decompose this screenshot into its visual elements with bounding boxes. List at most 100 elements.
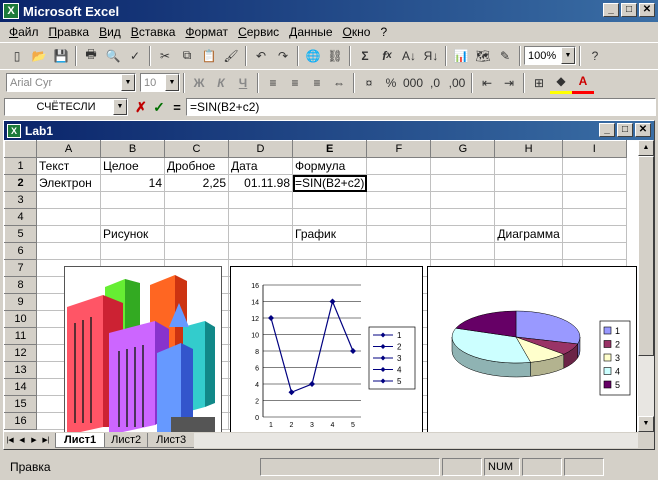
cell-e1[interactable]: Формула xyxy=(292,157,368,175)
cell[interactable] xyxy=(100,191,165,209)
column-header-f[interactable]: F xyxy=(366,140,432,158)
row-header[interactable]: 12 xyxy=(4,344,37,362)
borders-icon[interactable]: ⊞ xyxy=(528,72,550,94)
cell-c2[interactable]: 2,25 xyxy=(164,174,229,192)
maximize-button[interactable]: □ xyxy=(621,3,637,17)
name-box[interactable]: СЧЁТЕСЛИ ▼ xyxy=(4,98,128,116)
cell[interactable] xyxy=(100,242,165,260)
select-all-corner[interactable] xyxy=(4,140,37,158)
cell[interactable] xyxy=(292,191,368,209)
horizontal-scrollbar[interactable] xyxy=(194,433,638,448)
open-folder-icon[interactable]: 📂 xyxy=(28,45,50,67)
web-toolbar-icon[interactable]: ⛓ xyxy=(324,45,346,67)
cell[interactable] xyxy=(430,242,496,260)
zoom-select[interactable]: 100% ▼ xyxy=(524,46,576,65)
next-sheet-icon[interactable]: ▶ xyxy=(28,434,40,448)
cell-a1[interactable]: Текст xyxy=(36,157,101,175)
scroll-down-icon[interactable]: ▼ xyxy=(638,416,654,432)
last-sheet-icon[interactable]: ▶| xyxy=(40,434,52,448)
cell[interactable] xyxy=(494,208,563,226)
scroll-up-icon[interactable]: ▲ xyxy=(638,140,654,156)
decrease-indent-icon[interactable]: ⇤ xyxy=(476,72,498,94)
close-button[interactable]: ✕ xyxy=(639,3,655,17)
align-left-icon[interactable]: ≡ xyxy=(262,72,284,94)
workbook-icon[interactable]: X xyxy=(7,123,21,138)
function-icon[interactable]: fx xyxy=(376,45,398,67)
sort-descending-icon[interactable]: Я↓ xyxy=(420,45,442,67)
cell-d2[interactable]: 01.11.98 xyxy=(228,174,293,192)
autosum-icon[interactable]: Σ xyxy=(354,45,376,67)
spellcheck-icon[interactable]: ✓ xyxy=(124,45,146,67)
cell[interactable] xyxy=(366,242,432,260)
cell[interactable] xyxy=(430,157,496,175)
row-header[interactable]: 15 xyxy=(4,395,37,413)
sheet-tab-1[interactable]: Лист1 xyxy=(55,433,106,448)
cell[interactable] xyxy=(430,191,496,209)
cell[interactable] xyxy=(100,208,165,226)
cell[interactable] xyxy=(430,225,496,243)
cell-c1[interactable]: Дробное xyxy=(164,157,229,175)
cell[interactable] xyxy=(228,225,293,243)
row-header[interactable]: 1 xyxy=(4,157,37,175)
column-header-i[interactable]: I xyxy=(561,140,627,158)
row-header[interactable]: 11 xyxy=(4,327,37,345)
chevron-down-icon[interactable]: ▼ xyxy=(113,99,127,115)
cell-b5[interactable]: Рисунок xyxy=(100,225,165,243)
column-header-c[interactable]: C xyxy=(164,140,229,158)
scroll-thumb[interactable] xyxy=(638,156,654,356)
formula-input[interactable]: =SIN(B2+c2) xyxy=(186,98,656,116)
line-chart-object[interactable]: 0 2 4 6 8 10 12 14 16 1 2 3 4 5 1 2 3 4 5 xyxy=(230,266,423,432)
cell[interactable] xyxy=(562,225,627,243)
cell[interactable] xyxy=(562,208,627,226)
prev-sheet-icon[interactable]: ◀ xyxy=(16,434,28,448)
column-header-g[interactable]: G xyxy=(430,140,496,158)
menu-insert[interactable]: Вставка xyxy=(126,25,181,39)
format-painter-icon[interactable]: 🖌 xyxy=(220,45,242,67)
row-header[interactable]: 9 xyxy=(4,293,37,311)
pie-chart-object[interactable]: 1 2 3 4 5 xyxy=(427,266,637,432)
workbook-minimize-button[interactable]: _ xyxy=(599,123,615,137)
cell[interactable] xyxy=(36,208,101,226)
underline-icon[interactable]: Ч xyxy=(232,72,254,94)
cell[interactable] xyxy=(36,225,101,243)
menu-data[interactable]: Данные xyxy=(284,25,337,39)
column-header-a[interactable]: A xyxy=(36,140,101,158)
menu-tools[interactable]: Сервис xyxy=(233,25,284,39)
paste-icon[interactable]: 📋 xyxy=(198,45,220,67)
enter-icon[interactable]: ✓ xyxy=(150,99,168,116)
cell[interactable] xyxy=(292,242,368,260)
print-icon[interactable]: 🖶 xyxy=(80,45,102,67)
cell[interactable] xyxy=(494,191,563,209)
edit-formula-icon[interactable]: = xyxy=(168,100,186,115)
row-header[interactable]: 7 xyxy=(4,259,37,277)
workbook-close-button[interactable]: ✕ xyxy=(635,123,651,137)
cell[interactable] xyxy=(228,208,293,226)
row-header[interactable]: 2 xyxy=(4,174,37,192)
chevron-down-icon[interactable]: ▼ xyxy=(165,74,179,91)
cell[interactable] xyxy=(366,208,432,226)
chevron-down-icon[interactable]: ▼ xyxy=(121,74,135,91)
vertical-scrollbar[interactable]: ▲ ▼ xyxy=(638,140,654,432)
excel-icon[interactable]: X xyxy=(3,3,19,19)
save-icon[interactable]: 💾 xyxy=(50,45,72,67)
first-sheet-icon[interactable]: |◀ xyxy=(4,434,16,448)
cell-b2[interactable]: 14 xyxy=(100,174,165,192)
bold-icon[interactable]: Ж xyxy=(188,72,210,94)
merge-center-icon[interactable]: ⇔ xyxy=(328,72,350,94)
cell-h5[interactable]: Диаграмма xyxy=(494,225,563,243)
cell[interactable] xyxy=(36,191,101,209)
cell-d1[interactable]: Дата xyxy=(228,157,293,175)
menu-file[interactable]: Файл xyxy=(4,25,44,39)
drawing-icon[interactable]: ✎ xyxy=(494,45,516,67)
cell[interactable] xyxy=(494,174,563,192)
cell[interactable] xyxy=(562,157,627,175)
cell[interactable] xyxy=(562,174,627,192)
cell[interactable] xyxy=(164,191,229,209)
row-header[interactable]: 5 xyxy=(4,225,37,243)
cancel-icon[interactable]: ✗ xyxy=(132,99,150,116)
row-header[interactable]: 3 xyxy=(4,191,37,209)
column-header-b[interactable]: B xyxy=(100,140,165,158)
align-right-icon[interactable]: ≡ xyxy=(306,72,328,94)
italic-icon[interactable]: К xyxy=(210,72,232,94)
menu-edit[interactable]: Правка xyxy=(44,25,95,39)
